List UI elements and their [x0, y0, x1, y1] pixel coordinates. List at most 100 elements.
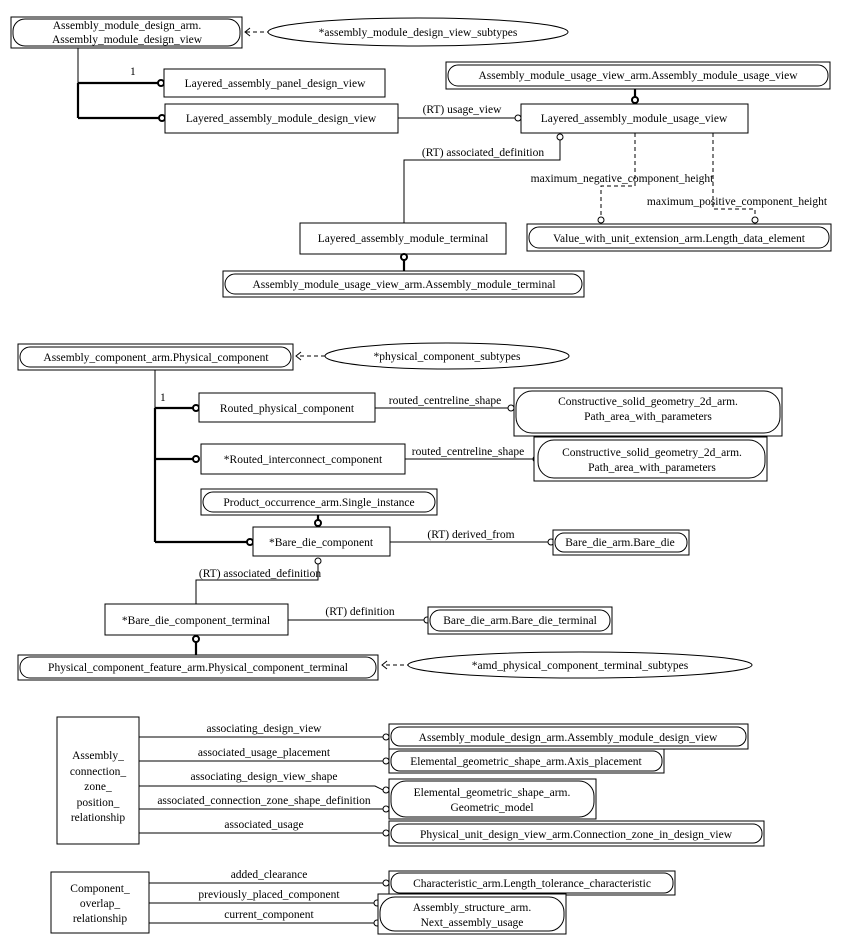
node-label: Assembly_module_design_arm.Assembly_modu… [419, 732, 718, 744]
node-label: Elemental_geometric_shape_arm.Axis_place… [410, 756, 642, 768]
node-path-area-with-parameters-1[interactable]: Constructive_solid_geometry_2d_arm. Path… [513, 387, 783, 437]
node-label: Routed_physical_component [220, 403, 355, 415]
node-label: relationship [73, 913, 128, 925]
circle-end-icon [382, 879, 390, 887]
node-assembly-module-design-view-2[interactable]: Assembly_module_design_arm.Assembly_modu… [388, 723, 749, 750]
attribute-label: associated_connection_zone_shape_definit… [157, 795, 371, 807]
circle-end-icon [631, 96, 639, 104]
node-bare-die[interactable]: Bare_die_arm.Bare_die [552, 529, 690, 556]
circle-end-icon [382, 733, 390, 741]
circle-end-icon [192, 635, 200, 643]
relation-label: (RT) associated_definition [422, 147, 545, 159]
cardinality-label: 1 [160, 392, 166, 404]
relation-label: (RT) usage_view [423, 104, 503, 116]
node-label: Value_with_unit_extension_arm.Length_dat… [553, 233, 806, 245]
node-label: Assembly_module_design_view [52, 34, 203, 46]
node-label: Constructive_solid_geometry_2d_arm. [562, 447, 742, 459]
node-physical-component[interactable]: Assembly_component_arm.Physical_componen… [17, 343, 294, 371]
circle-end-icon [382, 757, 390, 765]
circle-end-icon [382, 829, 390, 837]
circle-end-icon [597, 216, 605, 224]
node-next-assembly-usage[interactable]: Assembly_structure_arm. Next_assembly_us… [377, 893, 567, 935]
ellipse-label: *physical_component_subtypes [374, 351, 521, 363]
circle-end-icon [192, 455, 200, 463]
relation-label: routed_centreline_shape [412, 446, 524, 458]
node-label: Characteristic_arm.Length_tolerance_char… [413, 878, 651, 890]
node-label: Assembly_module_usage_view_arm.Assembly_… [478, 70, 798, 82]
node-path-area-with-parameters-2[interactable]: Constructive_solid_geometry_2d_arm. Path… [533, 436, 768, 482]
circle-end-icon [514, 114, 522, 122]
node-label: overlap_ [80, 898, 120, 910]
express-g-diagram: Assembly_module_design_arm. Assembly_mod… [10, 16, 832, 935]
node-label: Assembly_component_arm.Physical_componen… [43, 352, 269, 364]
node-layered-assembly-panel-design-view[interactable]: Layered_assembly_panel_design_view [163, 68, 386, 98]
node-label: Layered_assembly_module_usage_view [541, 113, 728, 125]
attribute-label: current_component [224, 909, 314, 921]
node-axis-placement[interactable]: Elemental_geometric_shape_arm.Axis_place… [388, 748, 665, 774]
node-label: Next_assembly_usage [421, 917, 524, 929]
relation-label: (RT) definition [325, 606, 395, 618]
node-component-overlap-relationship[interactable]: Component_ overlap_ relationship [50, 871, 150, 934]
circle-end-icon [192, 404, 200, 412]
node-physical-component-terminal[interactable]: Physical_component_feature_arm.Physical_… [17, 654, 379, 681]
circle-end-icon [400, 253, 408, 261]
node-layered-assembly-module-usage-view[interactable]: Layered_assembly_module_usage_view [520, 103, 749, 134]
circle-end-icon [382, 805, 390, 813]
attribute-label: added_clearance [231, 869, 308, 881]
subtype-line [153, 406, 247, 544]
node-routed-interconnect-component[interactable]: *Routed_interconnect_component [200, 443, 406, 475]
node-connection-zone-in-design-view[interactable]: Physical_unit_design_view_arm.Connection… [388, 820, 765, 847]
node-layered-assembly-module-terminal[interactable]: Layered_assembly_module_terminal [299, 222, 507, 255]
node-single-instance[interactable]: Product_occurrence_arm.Single_instance [200, 488, 438, 516]
node-assembly-module-design-view[interactable]: Assembly_module_design_arm. Assembly_mod… [10, 16, 243, 49]
node-layered-assembly-module-design-view[interactable]: Layered_assembly_module_design_view [164, 103, 399, 134]
node-bare-die-component-terminal[interactable]: *Bare_die_component_terminal [104, 603, 289, 636]
subtype-ellipse-amdv[interactable]: *assembly_module_design_view_subtypes [267, 17, 569, 47]
node-label: zone_ [84, 781, 112, 793]
node-length-tolerance-characteristic[interactable]: Characteristic_arm.Length_tolerance_char… [388, 870, 676, 896]
node-label: Component_ [70, 883, 130, 895]
attribute-label: maximum_negative_component_height [531, 173, 714, 185]
node-bare-die-component[interactable]: *Bare_die_component [252, 526, 391, 557]
node-routed-physical-component[interactable]: Routed_physical_component [198, 392, 376, 423]
relation-label: (RT) associated_definition [199, 568, 322, 580]
node-label: Layered_assembly_module_design_view [186, 113, 377, 125]
node-label: Bare_die_arm.Bare_die_terminal [443, 615, 597, 627]
attribute-label: associating_design_view_shape [191, 771, 338, 783]
subtype-ellipse-pc[interactable]: *physical_component_subtypes [324, 342, 570, 370]
node-assembly-connection-zone-position-relationship[interactable]: Assembly_ connection_ zone_ position_ re… [56, 716, 140, 845]
attribute-label: previously_placed_component [198, 889, 340, 901]
node-label: connection_ [70, 766, 126, 778]
cardinality-label: 1 [130, 66, 136, 78]
node-label: Assembly_module_usage_view_arm.Assembly_… [252, 279, 555, 291]
circle-end-icon [751, 216, 759, 224]
node-label: *Routed_interconnect_component [224, 454, 383, 466]
attribute-label: associated_usage [224, 819, 303, 831]
attribute-label: associating_design_view [207, 723, 323, 735]
node-assembly-module-usage-view[interactable]: Assembly_module_usage_view_arm.Assembly_… [445, 61, 831, 90]
node-label: Assembly_structure_arm. [413, 902, 532, 914]
node-label: Bare_die_arm.Bare_die [565, 537, 675, 549]
node-label: Layered_assembly_module_terminal [318, 233, 489, 245]
subtype-line [76, 81, 159, 120]
node-label: Physical_unit_design_view_arm.Connection… [420, 829, 733, 841]
node-label: relationship [71, 812, 126, 824]
circle-end-icon [556, 133, 564, 141]
node-label: Elemental_geometric_shape_arm. [414, 787, 571, 799]
node-label: *Bare_die_component [269, 537, 374, 549]
circle-end-icon [157, 79, 165, 87]
node-label: Geometric_model [450, 802, 533, 814]
relation-label: routed_centreline_shape [389, 395, 501, 407]
node-label: Path_area_with_parameters [588, 462, 716, 474]
node-bare-die-terminal[interactable]: Bare_die_arm.Bare_die_terminal [427, 606, 613, 635]
circle-end-icon [158, 114, 166, 122]
subtype-ellipse-pct[interactable]: *amd_physical_component_terminal_subtype… [407, 651, 753, 679]
node-length-data-element[interactable]: Value_with_unit_extension_arm.Length_dat… [526, 223, 832, 252]
node-geometric-model[interactable]: Elemental_geometric_shape_arm. Geometric… [388, 778, 597, 820]
node-label: position_ [77, 797, 120, 809]
circle-end-icon [246, 538, 254, 546]
relation-label: (RT) derived_from [427, 529, 514, 541]
ellipse-label: *assembly_module_design_view_subtypes [319, 27, 518, 39]
node-label: Physical_component_feature_arm.Physical_… [48, 662, 348, 674]
node-assembly-module-terminal[interactable]: Assembly_module_usage_view_arm.Assembly_… [222, 270, 585, 298]
